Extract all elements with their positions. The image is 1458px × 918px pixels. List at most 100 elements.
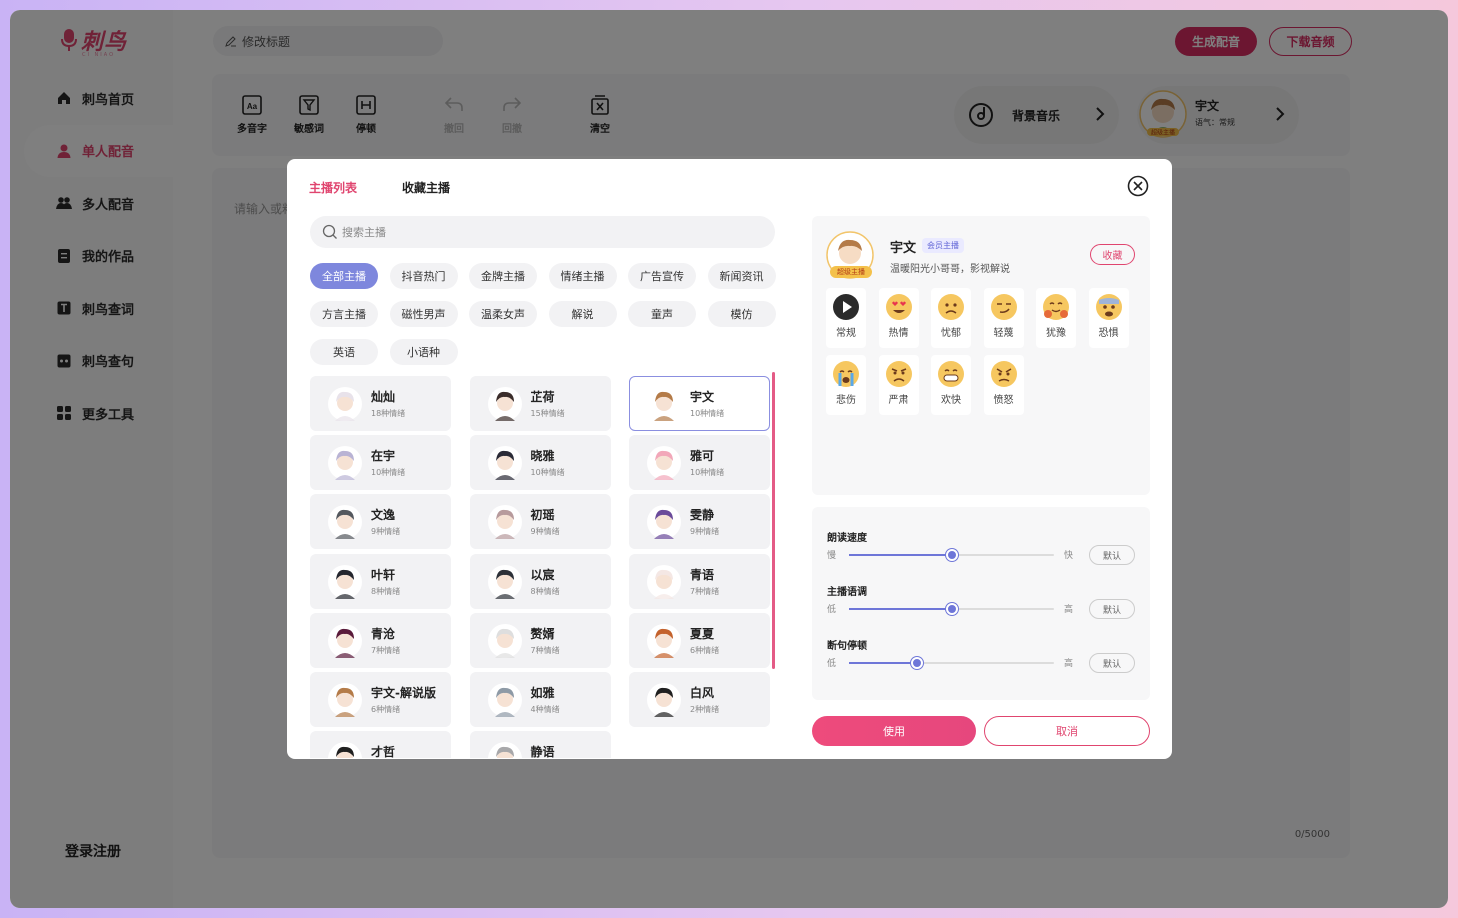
close-icon[interactable] bbox=[1127, 175, 1149, 197]
voice-avatar bbox=[487, 505, 522, 540]
category-chip[interactable]: 小语种 bbox=[389, 339, 458, 365]
voice-card[interactable]: 雅可 10种情绪 bbox=[629, 435, 770, 491]
slider-handle[interactable] bbox=[910, 657, 923, 669]
emotion-option[interactable]: 犹豫 bbox=[1036, 288, 1076, 348]
slider-fill bbox=[849, 554, 952, 556]
slider-handle[interactable] bbox=[945, 603, 958, 615]
emotion-option[interactable]: 悲伤 bbox=[826, 355, 866, 415]
param-high-label: 高 bbox=[1064, 659, 1074, 669]
voice-emotion-count: 9种情绪 bbox=[530, 527, 560, 537]
param-reset-button[interactable]: 默认 bbox=[1089, 599, 1135, 619]
voice-card[interactable]: 叶轩 8种情绪 bbox=[310, 553, 451, 609]
voice-emotion-count: 7种情绪 bbox=[690, 586, 720, 596]
category-chip[interactable]: 抖音热门 bbox=[389, 263, 458, 289]
voice-name: 在宇 bbox=[371, 449, 396, 464]
cancel-button[interactable]: 取消 bbox=[984, 716, 1150, 746]
heart-eyes-face-icon bbox=[885, 294, 912, 320]
category-chip[interactable]: 广告宣传 bbox=[628, 263, 696, 289]
detail-voice-name: 宇文 bbox=[890, 241, 917, 256]
param-slider[interactable] bbox=[849, 603, 1054, 615]
category-chip[interactable]: 英语 bbox=[310, 339, 378, 365]
voice-card[interactable]: 芷荷 15种情绪 bbox=[469, 376, 611, 431]
param-low-label: 慢 bbox=[827, 551, 837, 561]
favorite-button[interactable]: 收藏 bbox=[1090, 244, 1135, 265]
category-chip[interactable]: 方言主播 bbox=[310, 301, 378, 327]
category-chip[interactable]: 新闻资讯 bbox=[707, 263, 776, 289]
voice-name: 如雅 bbox=[530, 686, 555, 700]
voice-name: 静语 bbox=[530, 745, 555, 758]
emotion-option[interactable]: 欢快 bbox=[931, 355, 971, 415]
voice-name: 以宸 bbox=[530, 567, 555, 582]
emotion-label: 恐惧 bbox=[1098, 328, 1119, 339]
voice-card[interactable]: 才哲 bbox=[310, 731, 451, 758]
category-chip[interactable]: 模仿 bbox=[707, 301, 776, 327]
voice-card[interactable]: 宇文 10种情绪 bbox=[629, 376, 770, 431]
param-slider[interactable] bbox=[849, 549, 1054, 561]
emotion-option[interactable]: 热情 bbox=[878, 288, 919, 348]
emotion-label: 热情 bbox=[888, 328, 909, 339]
voice-search-input[interactable]: 搜索主播 bbox=[310, 216, 775, 248]
voice-card[interactable]: 以宸 8种情绪 bbox=[469, 553, 611, 609]
category-chip[interactable]: 温柔女声 bbox=[469, 301, 537, 327]
voice-name: 雅可 bbox=[690, 449, 715, 464]
voice-name: 宇文-解说版 bbox=[371, 686, 436, 700]
use-button[interactable]: 使用 bbox=[812, 716, 976, 746]
category-chip[interactable]: 情绪主播 bbox=[548, 263, 617, 289]
category-chip[interactable]: 童声 bbox=[628, 301, 696, 327]
voice-detail-panel: 超级主播 宇文 会员主播 温暖阳光小哥哥，影视解说 收藏 常规 热情 忧郁 轻蔑 犹豫 恐… bbox=[812, 216, 1150, 495]
param-high-label: 快 bbox=[1064, 551, 1074, 561]
hug-face-icon bbox=[1043, 294, 1069, 320]
vip-badge: 会员主播 bbox=[922, 238, 964, 253]
voice-card[interactable]: 初瑶 9种情绪 bbox=[469, 494, 611, 550]
voice-card[interactable]: 宇文-解说版 6种情绪 bbox=[310, 672, 451, 727]
emotion-option[interactable]: 轻蔑 bbox=[983, 288, 1024, 348]
category-chip[interactable]: 全部主播 bbox=[310, 263, 378, 289]
emotion-option[interactable]: 常规 bbox=[826, 288, 866, 348]
voice-card[interactable]: 雯静 9种情绪 bbox=[629, 494, 770, 550]
voice-card[interactable]: 青语 7种情绪 bbox=[629, 553, 770, 609]
angry-face-icon bbox=[990, 361, 1017, 387]
voice-emotion-count: 7种情绪 bbox=[530, 645, 560, 655]
emotion-option[interactable]: 愤怒 bbox=[983, 355, 1024, 415]
voice-card[interactable]: 在宇 10种情绪 bbox=[310, 435, 451, 491]
voice-card[interactable]: 赘婿 7种情绪 bbox=[469, 612, 611, 668]
voice-grid-scrollbar[interactable] bbox=[772, 372, 775, 669]
search-icon bbox=[322, 224, 337, 239]
voice-parameters: 朗读速度慢快默认 主播语调低高默认 断句停顿低高默认 bbox=[812, 507, 1150, 700]
voice-card[interactable]: 如雅 4种情绪 bbox=[469, 672, 611, 727]
slider-handle[interactable] bbox=[945, 549, 958, 561]
voice-avatar bbox=[487, 564, 522, 599]
pouting-face-icon bbox=[885, 361, 912, 387]
param-reset-button[interactable]: 默认 bbox=[1089, 545, 1135, 565]
category-chip[interactable]: 金牌主播 bbox=[469, 263, 537, 289]
emotion-label: 常规 bbox=[836, 328, 856, 339]
category-chip[interactable]: 解说 bbox=[548, 301, 617, 327]
param-slider[interactable] bbox=[849, 657, 1054, 669]
voice-card[interactable]: 白风 2种情绪 bbox=[629, 672, 770, 727]
voice-avatar bbox=[647, 564, 681, 599]
emotion-option[interactable]: 忧郁 bbox=[931, 288, 971, 348]
emotion-option[interactable]: 严肃 bbox=[878, 355, 919, 415]
voice-card[interactable]: 灿灿 18种情绪 bbox=[310, 376, 451, 431]
emotion-option[interactable]: 恐惧 bbox=[1088, 288, 1129, 348]
tab-voice-list[interactable]: 主播列表 bbox=[309, 179, 357, 196]
tab-favorites[interactable]: 收藏主播 bbox=[402, 179, 450, 196]
voice-card[interactable]: 静语 bbox=[469, 731, 611, 758]
voice-card[interactable]: 青沧 7种情绪 bbox=[310, 612, 451, 668]
slider-fill bbox=[849, 608, 952, 610]
param-reset-button[interactable]: 默认 bbox=[1089, 653, 1135, 673]
voice-avatar bbox=[487, 623, 522, 658]
emotion-label: 悲伤 bbox=[836, 395, 856, 406]
voice-card[interactable]: 夏夏 6种情绪 bbox=[629, 612, 770, 668]
voice-grid: 灿灿 18种情绪 芷荷 15种情绪 宇文 10种情绪在宇 10种情绪 晓雅 10种情绪 雅可 10种… bbox=[310, 376, 780, 758]
voice-emotion-count: 4种情绪 bbox=[530, 705, 560, 714]
category-chip[interactable]: 磁性男声 bbox=[389, 301, 458, 327]
voice-card[interactable]: 晓雅 10种情绪 bbox=[469, 435, 611, 491]
voice-avatar bbox=[647, 683, 681, 717]
voice-card[interactable]: 文逸 9种情绪 bbox=[310, 494, 451, 550]
voice-name: 宇文 bbox=[690, 390, 715, 404]
voice-emotion-count: 6种情绪 bbox=[371, 705, 401, 714]
voice-avatar bbox=[487, 446, 522, 481]
param-label: 断句停顿 bbox=[827, 641, 867, 652]
param-low-label: 低 bbox=[827, 605, 837, 615]
